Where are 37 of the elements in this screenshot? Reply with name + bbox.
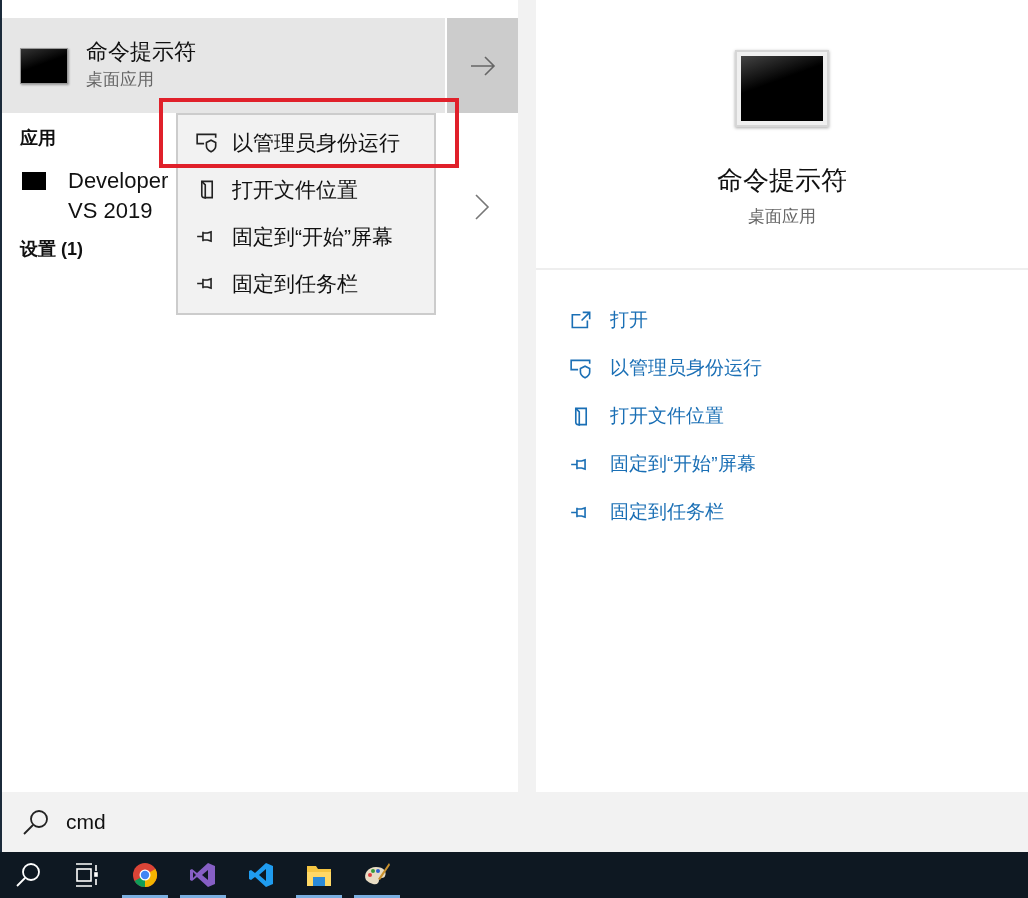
result-subtitle: 桌面应用 — [86, 69, 155, 92]
arrow-right-icon — [469, 54, 496, 77]
menu-item[interactable]: 固定到任务栏 — [178, 260, 434, 307]
section-heading: 应用 — [19, 127, 56, 150]
search-icon — [22, 808, 50, 836]
app-subtitle: 桌面应用 — [748, 206, 816, 228]
search-field[interactable]: cmd — [66, 806, 366, 838]
shield-icon — [570, 357, 592, 379]
menu-item[interactable]: 固定到“开始”屏幕 — [178, 213, 434, 260]
app-name[interactable]: Developer VS 2019 — [68, 166, 169, 226]
running-indicator — [180, 895, 226, 898]
action-link[interactable]: 固定到“开始”屏幕 — [570, 440, 756, 488]
app-title: 命令提示符 — [717, 164, 847, 197]
result-title: 命令提示符 — [86, 38, 196, 67]
folder-icon[interactable] — [306, 863, 332, 887]
chevron-right-icon[interactable] — [474, 193, 490, 221]
section-heading: 设置 (1) — [18, 238, 83, 261]
terminal-icon — [735, 50, 829, 127]
terminal-icon — [20, 47, 68, 84]
menu-item[interactable]: 打开文件位置 — [178, 166, 434, 213]
search-icon[interactable] — [16, 862, 42, 888]
menu-item[interactable]: 以管理员身份运行 — [178, 119, 434, 166]
running-indicator — [354, 895, 400, 898]
code-editor-icon[interactable] — [248, 862, 274, 888]
browser-icon[interactable] — [132, 862, 158, 888]
action-link[interactable]: 打开 — [570, 296, 648, 344]
shield-icon — [196, 132, 218, 153]
action-link[interactable]: 固定到任务栏 — [570, 488, 724, 536]
terminal-icon — [22, 172, 46, 190]
action-link[interactable]: 打开文件位置 — [570, 392, 724, 440]
result-item[interactable]: 命令提示符 桌面应用 — [2, 18, 446, 113]
ide-icon[interactable] — [190, 862, 216, 888]
running-indicator — [122, 895, 168, 898]
running-indicator — [296, 895, 342, 898]
open-icon — [570, 309, 592, 331]
action-link[interactable]: 以管理员身份运行 — [570, 344, 762, 392]
task-view-icon[interactable] — [74, 862, 100, 888]
